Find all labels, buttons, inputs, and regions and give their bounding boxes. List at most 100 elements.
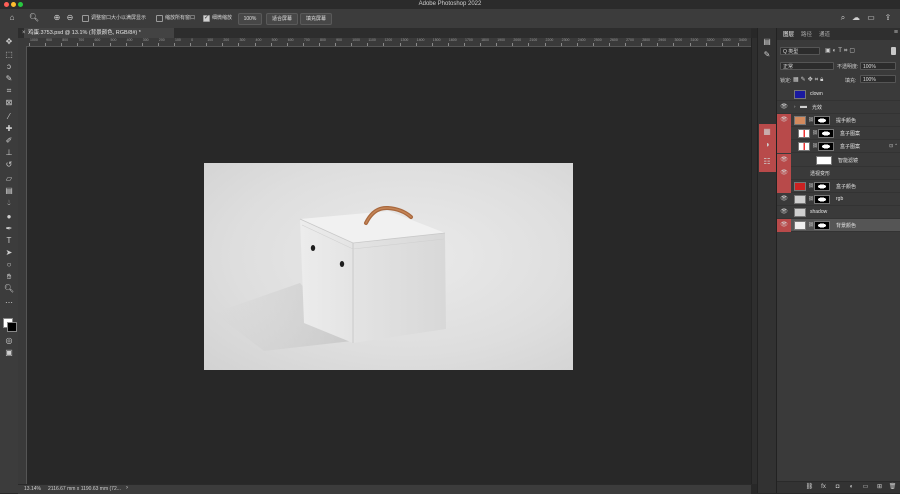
mask-link-icon[interactable]: ⛓ xyxy=(812,143,818,149)
filter-toggle-icon[interactable] xyxy=(891,47,896,55)
frame-icon[interactable]: ⊠ xyxy=(3,98,15,108)
share-icon[interactable]: ⇪ xyxy=(882,12,894,24)
mask-link-icon[interactable]: ⛓ xyxy=(808,117,814,123)
link-layers-icon[interactable]: ⛓ xyxy=(805,483,814,492)
stamp-icon[interactable]: ⊥ xyxy=(3,148,15,158)
more-icon[interactable]: ⋯ xyxy=(3,298,15,308)
gradient-icon[interactable]: ▤ xyxy=(3,186,15,196)
horizontal-ruler[interactable]: 1000 900 800 700 600 500 400 300 200 100 0 100 200 30… xyxy=(26,38,751,47)
smart-object-icon[interactable]: ⊡ ⌃ xyxy=(889,143,898,149)
crop-icon[interactable]: ⌗ xyxy=(3,86,15,96)
layer-row[interactable]: ⛓ 盒子图案 xyxy=(777,127,900,141)
workspace-icon[interactable]: ▭ xyxy=(866,12,876,24)
layer-mask-thumbnail[interactable] xyxy=(818,129,834,139)
cloud-icon[interactable]: ☁ xyxy=(851,12,861,24)
tab-channels[interactable]: 通道 xyxy=(819,30,830,38)
properties-panel-icon[interactable]: ✎ xyxy=(761,49,773,60)
mask-link-icon[interactable]: ⛓ xyxy=(808,222,814,228)
expand-arrow-icon[interactable]: › xyxy=(794,104,796,109)
layer-thumbnail[interactable] xyxy=(798,142,810,152)
tab-paths[interactable]: 路径 xyxy=(801,30,812,38)
fill-field[interactable]: 100% xyxy=(860,75,896,83)
layer-kind-filter[interactable]: Q 类型 xyxy=(780,47,820,55)
visibility-eye-icon[interactable]: 👁︎ xyxy=(777,114,791,128)
layer-row[interactable]: 👁︎ shadow xyxy=(777,205,900,219)
eyedropper-icon[interactable]: ⁄ xyxy=(3,112,15,122)
percent-100-button[interactable]: 100% xyxy=(238,13,262,25)
layer-row[interactable]: clown xyxy=(777,88,900,101)
layer-row[interactable]: 👁︎ ⛓ rgb xyxy=(777,192,900,206)
resize-windows-checkbox[interactable] xyxy=(82,15,89,22)
layer-thumbnail[interactable] xyxy=(794,181,806,191)
document-tab[interactable]: × 鸡蛋.3753.psd @ 13.1% (背景颜色, RGB/8#) * xyxy=(22,28,174,38)
swatches-panel-icon[interactable]: ◑ xyxy=(761,139,773,150)
visibility-eye-icon[interactable]: 👁︎ xyxy=(777,153,791,167)
visibility-eye-icon[interactable]: 👁︎ xyxy=(777,219,791,232)
layer-row[interactable]: 👁︎ 透视变形 xyxy=(777,166,900,180)
dodge-icon[interactable]: ● xyxy=(3,212,15,222)
search-icon[interactable]: ⌕ xyxy=(838,12,848,24)
filter-icons[interactable]: ▣◐T⌗▢ xyxy=(825,47,857,55)
zoom-level[interactable]: 13.14% xyxy=(24,486,41,492)
adjustment-layer-icon[interactable]: ◐ xyxy=(847,483,856,492)
layer-mask-thumbnail[interactable] xyxy=(814,194,830,204)
filter-mask-thumbnail[interactable] xyxy=(816,155,832,165)
layer-thumbnail[interactable] xyxy=(794,221,806,230)
status-arrow-icon[interactable]: › xyxy=(126,485,128,491)
new-layer-icon[interactable]: ⊞ xyxy=(875,483,884,492)
blur-icon[interactable]: 💧︎ xyxy=(3,198,15,208)
add-mask-icon[interactable]: ◘ xyxy=(833,483,842,492)
layer-thumbnail[interactable] xyxy=(794,116,806,126)
lock-icons[interactable]: ▦✎✥⌗🔒︎ xyxy=(793,76,825,84)
mask-link-icon[interactable]: ⛓ xyxy=(812,130,818,136)
layer-row[interactable]: ⛓ 盒子颜色 xyxy=(777,179,900,193)
home-icon[interactable]: ⌂ xyxy=(6,12,18,24)
layer-row[interactable]: 👁︎ ⛓ 背景颜色 xyxy=(777,219,900,232)
layer-row[interactable]: 👁︎ ⛓ 提手颜色 xyxy=(777,114,900,128)
mask-link-icon[interactable]: ⛓ xyxy=(808,183,814,189)
color-panel-icon[interactable]: ▦ xyxy=(761,126,773,137)
healing-icon[interactable]: ✚ xyxy=(3,124,15,134)
visibility-eye-icon[interactable]: 👁︎ xyxy=(777,101,791,114)
visibility-eye-icon[interactable]: 👁︎ xyxy=(777,166,791,180)
layer-mask-thumbnail[interactable] xyxy=(814,116,830,126)
mask-link-icon[interactable]: ⛓ xyxy=(808,196,814,202)
pen-icon[interactable]: ✒ xyxy=(3,224,15,234)
new-group-icon[interactable]: ▭ xyxy=(861,483,870,492)
layer-row[interactable]: ⛓ 盒子图案 ⊡ ⌃ xyxy=(777,140,900,154)
visibility-eye-icon[interactable]: 👁︎ xyxy=(777,193,791,206)
opacity-field[interactable]: 100% xyxy=(860,62,896,70)
brush-icon[interactable]: ✐ xyxy=(3,136,15,146)
zoom-icon[interactable]: 🔍︎ xyxy=(3,284,15,294)
layer-mask-thumbnail[interactable] xyxy=(814,181,830,191)
eraser-icon[interactable]: ▱ xyxy=(3,174,15,184)
layer-mask-thumbnail[interactable] xyxy=(818,142,834,152)
marquee-icon[interactable]: ⬚ xyxy=(3,50,15,60)
panel-menu-icon[interactable]: ≡ xyxy=(894,29,898,36)
move-icon[interactable]: ✥ xyxy=(3,37,15,47)
layer-thumbnail[interactable] xyxy=(798,129,810,139)
history-panel-icon[interactable]: ▤ xyxy=(761,36,773,47)
visibility-eye-icon[interactable] xyxy=(777,140,791,154)
layer-mask-thumbnail[interactable] xyxy=(814,221,830,230)
hand-icon[interactable]: ✋︎ xyxy=(3,272,15,282)
lasso-icon[interactable]: ↄ xyxy=(3,62,15,72)
type-icon[interactable]: T xyxy=(3,236,15,246)
vertical-ruler[interactable] xyxy=(18,46,27,484)
zoom-out-icon[interactable]: ⊖ xyxy=(65,12,75,24)
quick-select-icon[interactable]: ✎ xyxy=(3,74,15,84)
shape-icon[interactable]: ○ xyxy=(3,260,15,270)
document-canvas[interactable] xyxy=(204,163,573,370)
quick-mask-icon[interactable]: ◎ xyxy=(3,336,15,346)
path-select-icon[interactable]: ➤ xyxy=(3,248,15,258)
history-brush-icon[interactable]: ↺ xyxy=(3,160,15,170)
screen-mode-icon[interactable]: ▣ xyxy=(3,348,15,358)
fit-screen-button[interactable]: 适合屏幕 xyxy=(266,13,298,25)
layer-row[interactable]: 👁︎ 智能滤镜 xyxy=(777,153,900,167)
visibility-eye-icon[interactable] xyxy=(777,179,791,193)
close-tab-icon[interactable]: × xyxy=(22,28,26,38)
layer-style-icon[interactable]: fx xyxy=(819,483,828,492)
adjustments-panel-icon[interactable]: ☷ xyxy=(761,156,773,167)
visibility-eye-icon[interactable] xyxy=(777,127,791,141)
layer-thumbnail[interactable] xyxy=(794,194,806,204)
